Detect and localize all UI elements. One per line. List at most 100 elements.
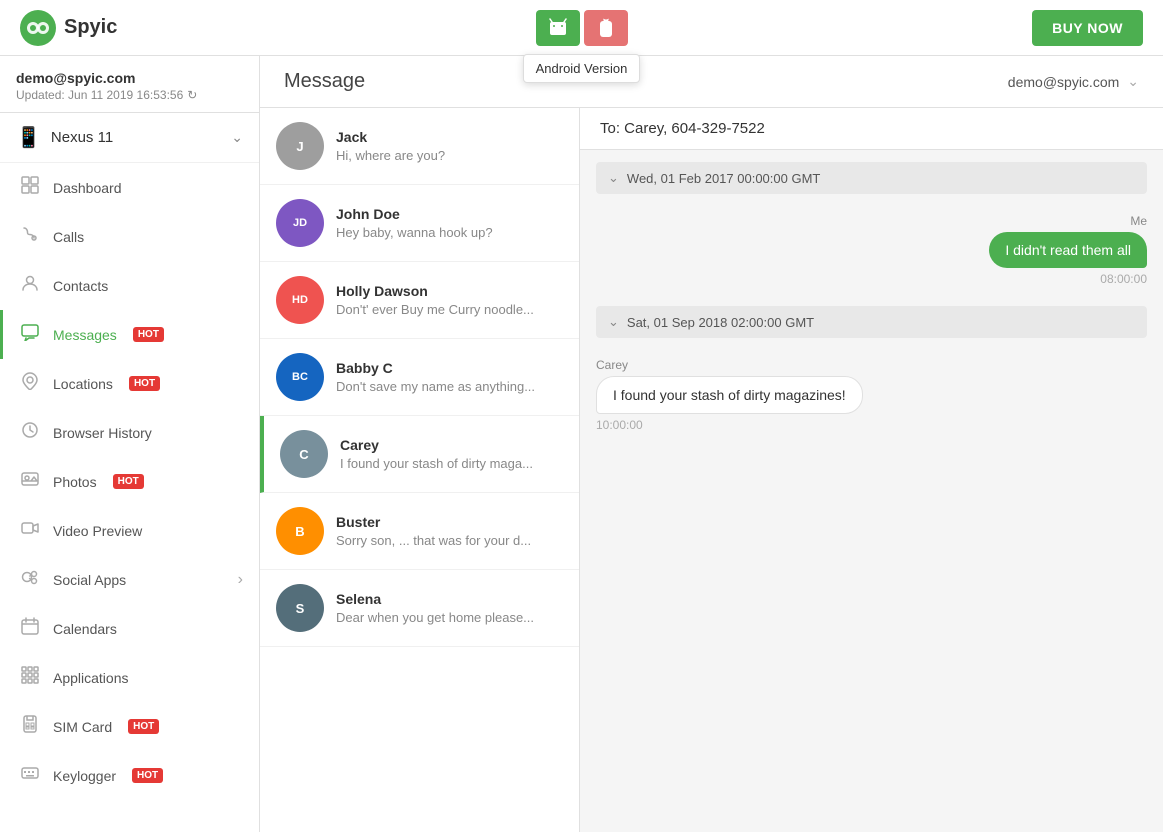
avatar-jack: J: [276, 122, 324, 170]
conv-name-babbyc: Babby C: [336, 360, 563, 376]
device-toggle-area: Android Version: [536, 10, 628, 46]
device-chevron-icon: ⌄: [231, 129, 243, 146]
locations-label: Locations: [53, 376, 113, 392]
conversation-item-johndoe[interactable]: JD John Doe Hey baby, wanna hook up?: [260, 185, 579, 262]
conversation-list: J Jack Hi, where are you? JD John Doe He…: [260, 108, 580, 832]
date-label-1: Wed, 01 Feb 2017 00:00:00 GMT: [627, 171, 820, 186]
dashboard-label: Dashboard: [53, 180, 122, 196]
main-layout: demo@spyic.com Updated: Jun 11 2019 16:5…: [0, 56, 1163, 832]
android-toggle-button[interactable]: [536, 10, 580, 46]
browser-history-icon: [19, 421, 41, 444]
conv-name-johndoe: John Doe: [336, 206, 563, 222]
device-toggle: [536, 10, 628, 46]
conv-preview-buster: Sorry son, ... that was for your d...: [336, 533, 563, 548]
date-chevron-icon-1: ⌄: [608, 170, 619, 186]
messages-label: Messages: [53, 327, 117, 343]
device-name-label: Nexus 11: [51, 129, 113, 146]
nav-calls[interactable]: Calls: [0, 212, 259, 261]
logo-text: Spyic: [64, 16, 117, 39]
updated-text: Updated: Jun 11 2019 16:53:56: [16, 88, 183, 102]
conversation-item-buster[interactable]: B Buster Sorry son, ... that was for you…: [260, 493, 579, 570]
video-preview-icon: [19, 519, 41, 542]
bubble-right-1: I didn't read them all: [989, 232, 1147, 268]
calls-label: Calls: [53, 229, 84, 245]
conv-preview-selena: Dear when you get home please...: [336, 610, 563, 625]
avatar-babbyc: BC: [276, 353, 324, 401]
conversation-item-carey[interactable]: C Carey I found your stash of dirty maga…: [260, 416, 579, 493]
logo-icon: [20, 10, 56, 46]
nav-messages[interactable]: Messages HOT: [0, 310, 259, 359]
content-header: Message demo@spyic.com ⌄: [260, 56, 1163, 108]
browser-history-label: Browser History: [53, 425, 152, 441]
buy-now-button[interactable]: BUY NOW: [1032, 10, 1143, 46]
date-chevron-icon-2: ⌄: [608, 314, 619, 330]
conv-name-holly: Holly Dawson: [336, 283, 563, 299]
social-apps-arrow-icon: ›: [238, 571, 243, 589]
user-dropdown[interactable]: demo@spyic.com ⌄: [1008, 73, 1139, 90]
nav-keylogger[interactable]: Keylogger HOT: [0, 751, 259, 800]
dropdown-chevron-icon: ⌄: [1127, 73, 1139, 90]
android-tooltip: Android Version: [523, 54, 641, 83]
nav-contacts[interactable]: Contacts: [0, 261, 259, 310]
avatar-carey: C: [280, 430, 328, 478]
nav-dashboard[interactable]: Dashboard: [0, 163, 259, 212]
social-apps-label: Social Apps: [53, 572, 126, 588]
conversation-item-selena[interactable]: S Selena Dear when you get home please..…: [260, 570, 579, 647]
sidebar-user-email: demo@spyic.com: [16, 70, 243, 86]
calls-icon: [19, 225, 41, 248]
conv-preview-babbyc: Don't save my name as anything...: [336, 379, 563, 394]
nav-locations[interactable]: Locations HOT: [0, 359, 259, 408]
message-panel: J Jack Hi, where are you? JD John Doe He…: [260, 108, 1163, 832]
conv-name-selena: Selena: [336, 591, 563, 607]
sim-card-hot-badge: HOT: [128, 719, 159, 734]
ios-toggle-button[interactable]: [584, 10, 628, 46]
conv-name-carey: Carey: [340, 437, 563, 453]
sidebar: demo@spyic.com Updated: Jun 11 2019 16:5…: [0, 56, 260, 832]
chat-to-label: To: Carey, 604-329-7522: [600, 120, 765, 137]
bubble-time-1: 08:00:00: [1100, 272, 1147, 286]
video-preview-label: Video Preview: [53, 523, 142, 539]
message-left-1: Carey I found your stash of dirty magazi…: [596, 358, 1147, 432]
applications-icon: [19, 666, 41, 689]
sim-card-icon: [19, 715, 41, 738]
nav-video-preview[interactable]: Video Preview: [0, 506, 259, 555]
calendars-label: Calendars: [53, 621, 117, 637]
nav-social-apps[interactable]: Social Apps ›: [0, 555, 259, 604]
conv-preview-johndoe: Hey baby, wanna hook up?: [336, 225, 563, 240]
photos-icon: [19, 470, 41, 493]
date-divider-1: ⌄ Wed, 01 Feb 2017 00:00:00 GMT: [596, 162, 1147, 194]
bubble-time-2: 10:00:00: [596, 418, 643, 432]
date-label-2: Sat, 01 Sep 2018 02:00:00 GMT: [627, 315, 814, 330]
photos-hot-badge: HOT: [113, 474, 144, 489]
conv-name-buster: Buster: [336, 514, 563, 530]
logo-area: Spyic: [20, 10, 117, 46]
nav-calendars[interactable]: Calendars: [0, 604, 259, 653]
nav-browser-history[interactable]: Browser History: [0, 408, 259, 457]
chat-area: To: Carey, 604-329-7522 ⌄ Wed, 01 Feb 20…: [580, 108, 1163, 832]
device-item[interactable]: 📱 Nexus 11 ⌄: [0, 113, 259, 163]
refresh-icon[interactable]: ↻: [187, 88, 197, 102]
avatar-holly: HD: [276, 276, 324, 324]
messages-icon: [19, 323, 41, 346]
nav-sim-card[interactable]: SIM Card HOT: [0, 702, 259, 751]
conv-preview-holly: Don't' ever Buy me Curry noodle...: [336, 302, 563, 317]
content-column: Message demo@spyic.com ⌄ J Jack Hi, wher…: [260, 56, 1163, 832]
conversation-item-jack[interactable]: J Jack Hi, where are you?: [260, 108, 579, 185]
applications-label: Applications: [53, 670, 129, 686]
avatar-buster: B: [276, 507, 324, 555]
nav-photos[interactable]: Photos HOT: [0, 457, 259, 506]
nav-applications[interactable]: Applications: [0, 653, 259, 702]
conv-preview-carey: I found your stash of dirty maga...: [340, 456, 563, 471]
keylogger-icon: [19, 764, 41, 787]
conv-name-jack: Jack: [336, 129, 563, 145]
calendars-icon: [19, 617, 41, 640]
keylogger-hot-badge: HOT: [132, 768, 163, 783]
messages-hot-badge: HOT: [133, 327, 164, 342]
keylogger-label: Keylogger: [53, 768, 116, 784]
app-header: Spyic Android Version BUY NOW: [0, 0, 1163, 56]
contacts-icon: [19, 274, 41, 297]
avatar-johndoe: JD: [276, 199, 324, 247]
conversation-item-holly[interactable]: HD Holly Dawson Don't' ever Buy me Curry…: [260, 262, 579, 339]
conversation-item-babbyc[interactable]: BC Babby C Don't save my name as anythin…: [260, 339, 579, 416]
contacts-label: Contacts: [53, 278, 108, 294]
